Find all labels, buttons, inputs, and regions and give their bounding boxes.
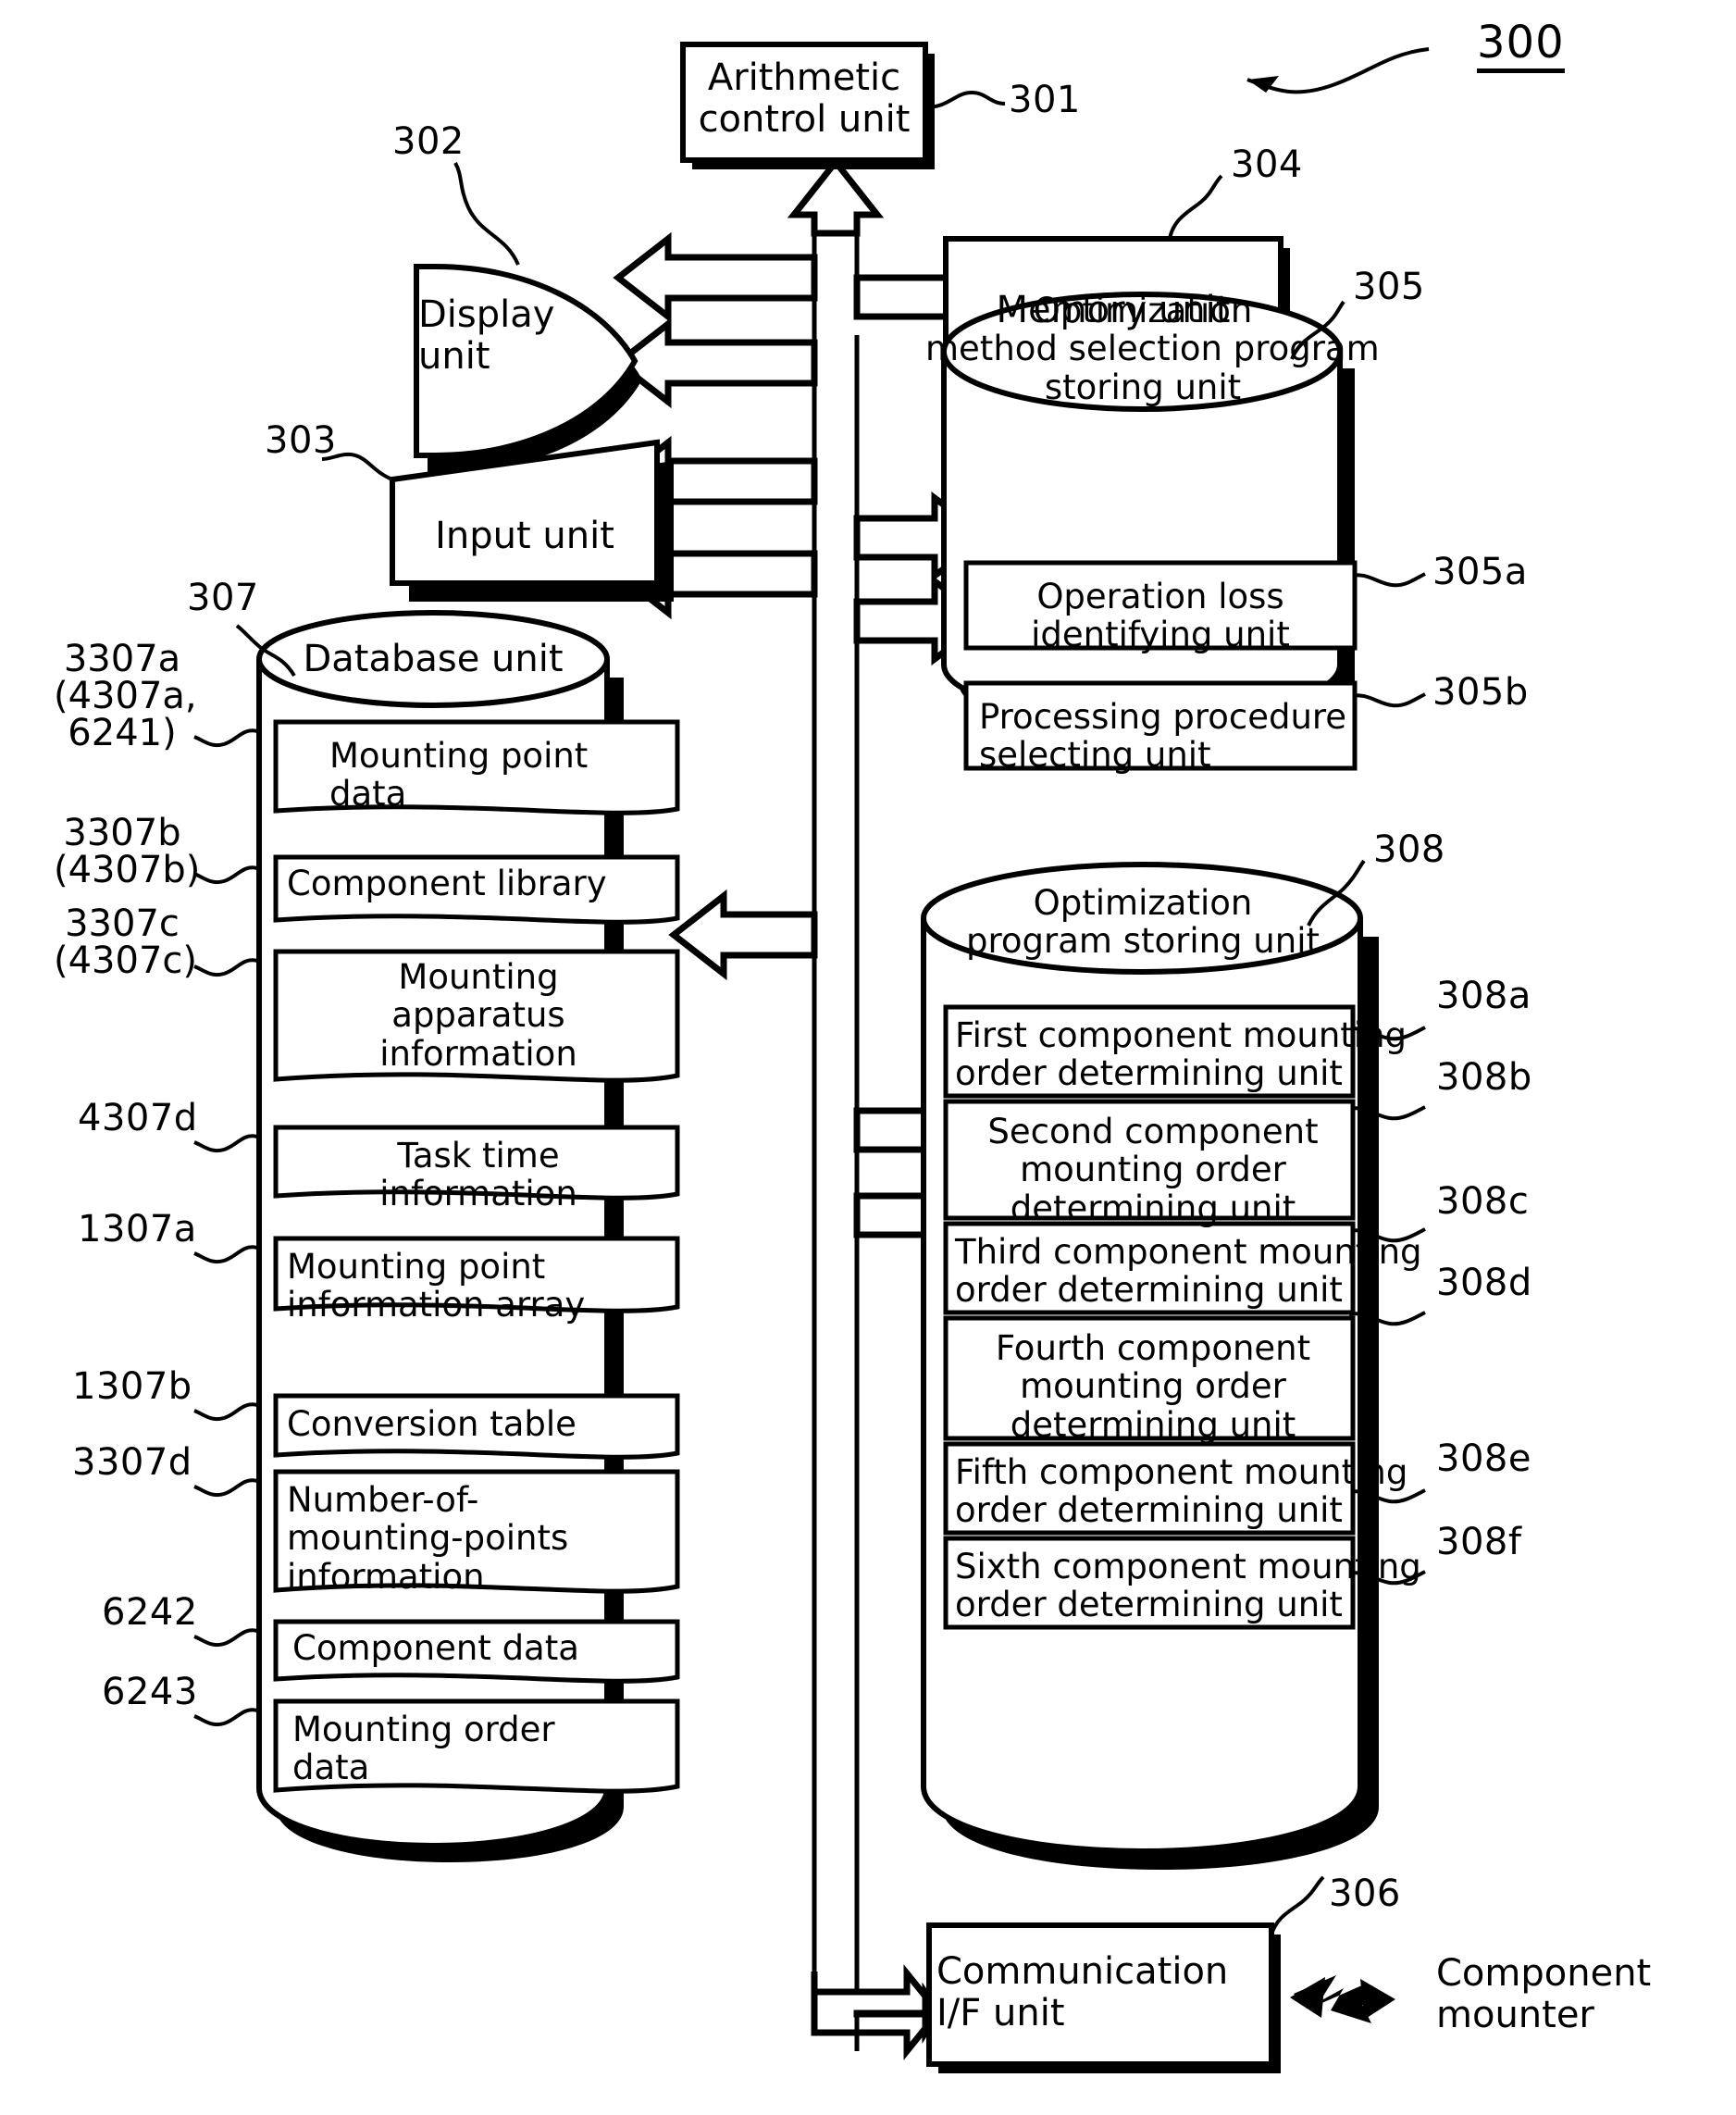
ref-301: 301 xyxy=(1009,79,1081,121)
ref-1307b: 1307b xyxy=(72,1365,192,1408)
ref-308d: 308d xyxy=(1436,1262,1532,1304)
opt-item-5: Sixth component mounting order determini… xyxy=(955,1547,1421,1625)
unit-305-item-0: Operation loss identifying unit xyxy=(1031,577,1290,655)
opt-item-0: First component mounting order determini… xyxy=(955,1015,1407,1094)
opt-item-1: Second component mounting order determin… xyxy=(987,1112,1319,1228)
ref-306: 306 xyxy=(1329,1872,1401,1915)
leader-lines-305 xyxy=(1348,572,1426,708)
opt-item-3: Fourth component mounting order determin… xyxy=(995,1328,1311,1445)
ref-305: 305 xyxy=(1353,266,1425,308)
db-item-7: Component data xyxy=(292,1628,579,1668)
ref-3307c: 3307c (4307c) xyxy=(54,902,197,982)
db-item-3: Task time information xyxy=(379,1136,577,1214)
inner-boxes-308 xyxy=(943,1004,1356,1630)
ref-3307d: 3307d xyxy=(72,1441,192,1484)
ref-302: 302 xyxy=(392,120,465,163)
db-item-4: Mounting point information array xyxy=(287,1247,586,1325)
ref-6243: 6243 xyxy=(102,1671,198,1713)
opt-item-2: Third component mounting order determini… xyxy=(955,1232,1422,1311)
db-item-8: Mounting order data xyxy=(292,1710,555,1788)
ref-305b: 305b xyxy=(1432,671,1529,714)
db-item-6: Number-of- mounting-points information xyxy=(287,1480,569,1597)
ref-308e: 308e xyxy=(1436,1437,1531,1480)
ref-305a: 305a xyxy=(1432,551,1528,593)
db-item-2: Mounting apparatus information xyxy=(379,957,577,1074)
ref-3307b: 3307b (4307b) xyxy=(54,812,201,891)
unit-305-item-1: Processing procedure selecting unit xyxy=(979,697,1347,776)
ref-1307a: 1307a xyxy=(78,1208,197,1250)
input-unit-label: Input unit xyxy=(435,515,614,557)
ref-308f: 308f xyxy=(1436,1521,1522,1563)
ref-303: 303 xyxy=(265,419,337,462)
ref-4307d: 4307d xyxy=(78,1097,198,1139)
ref-307: 307 xyxy=(187,577,259,619)
component-mounter-label: Component mounter xyxy=(1436,1952,1652,2036)
ref-308: 308 xyxy=(1373,828,1445,871)
ref-308b: 308b xyxy=(1436,1056,1532,1099)
leader-lines-307 xyxy=(193,728,258,1726)
unit-307-title: Database unit xyxy=(303,638,564,680)
wireless-link-icon xyxy=(1290,1975,1395,2023)
db-item-5: Conversion table xyxy=(287,1404,577,1444)
unit-308-title: Optimization program storing unit xyxy=(966,883,1320,962)
display-unit-label: Display unit xyxy=(418,293,555,378)
figure-number: 300 xyxy=(1477,19,1565,73)
unit-305-title: Optimization method selection program st… xyxy=(925,291,1380,407)
communication-if-unit-label: Communication I/F unit xyxy=(936,1950,1229,2034)
ref-308a: 308a xyxy=(1436,975,1531,1017)
patent-figure-canvas: .ln{fill:none;stroke:#000;stroke-width:5… xyxy=(0,0,1736,2115)
opt-item-4: Fifth component mounting order determini… xyxy=(955,1452,1408,1531)
arithmetic-control-unit-label: Arithmetic control unit xyxy=(698,56,911,141)
ref-308c: 308c xyxy=(1436,1180,1530,1223)
figure-number-leader xyxy=(1246,47,1430,94)
ref-304: 304 xyxy=(1231,143,1303,186)
ref-6242: 6242 xyxy=(102,1591,198,1634)
db-item-1: Component library xyxy=(287,864,607,903)
db-item-0: Mounting point data xyxy=(329,736,589,815)
ref-3307a: 3307a (4307a, 6241) xyxy=(54,638,197,754)
